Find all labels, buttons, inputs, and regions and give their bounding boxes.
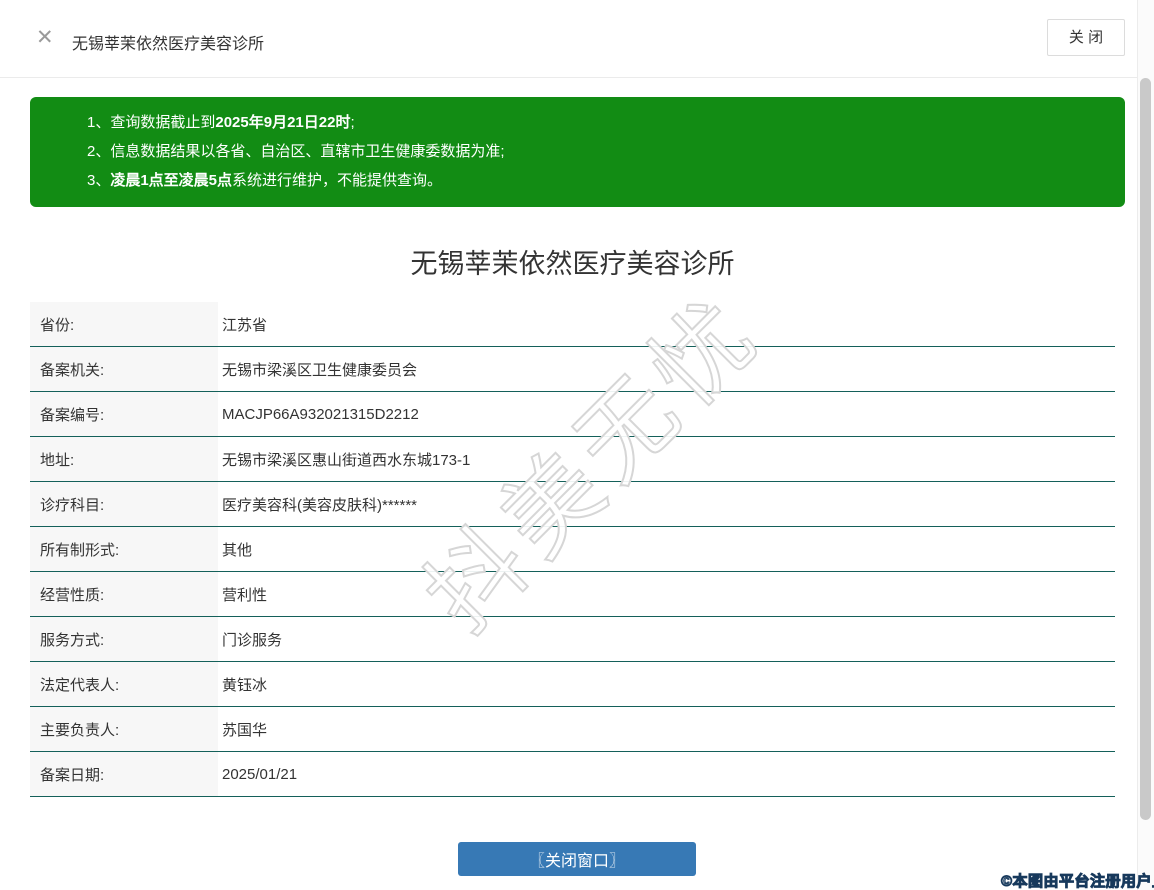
close-button[interactable]: 关 闭 xyxy=(1047,19,1125,56)
row-value: 江苏省 xyxy=(222,316,268,334)
record-title: 无锡莘茉依然医疗美容诊所 xyxy=(410,249,735,279)
notice-text: 信息数据结果以各省、自治区、直辖市卫生健康委数据为准; xyxy=(110,143,505,160)
notice-num: 1、 xyxy=(87,114,111,131)
row-label: 法定代表人: xyxy=(30,662,218,706)
row-label: 所有制形式: xyxy=(30,527,218,571)
table-row: 备案机关: 无锡市梁溪区卫生健康委员会 xyxy=(30,347,1115,392)
row-label: 地址: xyxy=(30,437,218,481)
row-value: 苏国华 xyxy=(222,721,268,739)
close-window-button[interactable]: 〖关闭窗口〗 xyxy=(458,842,696,876)
notice-item-2: 2、信息数据结果以各省、自治区、直辖市卫生健康委数据为准; xyxy=(87,137,1105,166)
notice-text: ; xyxy=(350,114,355,131)
row-value: 其他 xyxy=(222,541,253,559)
row-label: 主要负责人: xyxy=(30,707,218,751)
row-label: 诊疗科目: xyxy=(30,482,218,526)
row-label: 备案编号: xyxy=(30,392,218,436)
notice-num: 3、 xyxy=(87,172,111,189)
table-row: 主要负责人: 苏国华 xyxy=(30,707,1115,752)
table-row: 地址: 无锡市梁溪区惠山街道西水东城173-1 xyxy=(30,437,1115,482)
row-value: 营利性 xyxy=(222,586,268,604)
scrollbar[interactable] xyxy=(1137,0,1154,890)
topbar: ✕ 无锡莘茉依然医疗美容诊所 关 闭 xyxy=(0,0,1154,78)
row-label: 备案机关: xyxy=(30,347,218,391)
table-row: 省份: 江苏省 xyxy=(30,302,1115,347)
main-content: 1、查询数据截止到2025年9月21日22时; 2、信息数据结果以各省、自治区、… xyxy=(0,97,1154,797)
notice-banner: 1、查询数据截止到2025年9月21日22时; 2、信息数据结果以各省、自治区、… xyxy=(30,97,1125,207)
row-value: 医疗美容科(美容皮肤科)****** xyxy=(222,496,418,514)
row-value: MACJP66A932021315D2212 xyxy=(222,405,419,423)
table-row: 备案编号: MACJP66A932021315D2212 xyxy=(30,392,1115,437)
row-value: 无锡市梁溪区卫生健康委员会 xyxy=(222,361,418,379)
table-row: 备案日期: 2025/01/21 xyxy=(30,752,1115,797)
table-row: 服务方式: 门诊服务 xyxy=(30,617,1115,662)
copyright-watermark: ©本图由平台注册用户上传 xyxy=(1000,873,1154,890)
notice-item-3: 3、凌晨1点至凌晨5点系统进行维护，不能提供查询。 xyxy=(87,166,1105,195)
record-table: 省份: 江苏省 备案机关: 无锡市梁溪区卫生健康委员会 备案编号: MACJP6… xyxy=(30,302,1115,797)
close-icon[interactable]: ✕ xyxy=(36,27,54,48)
row-value: 门诊服务 xyxy=(222,631,283,649)
window-title: 无锡莘茉依然医疗美容诊所 xyxy=(72,36,265,53)
table-row: 所有制形式: 其他 xyxy=(30,527,1115,572)
notice-text: 系统进行维护，不能提供查询。 xyxy=(232,172,443,189)
table-row: 诊疗科目: 医疗美容科(美容皮肤科)****** xyxy=(30,482,1115,527)
table-row: 法定代表人: 黄钰冰 xyxy=(30,662,1115,707)
row-label: 经营性质: xyxy=(30,572,218,616)
row-label: 备案日期: xyxy=(30,752,218,796)
notice-text-bold: 凌晨1点至凌晨5点 xyxy=(110,172,233,189)
scrollbar-thumb[interactable] xyxy=(1140,78,1151,820)
row-label: 省份: xyxy=(30,302,218,346)
row-value: 黄钰冰 xyxy=(222,676,268,694)
row-value: 无锡市梁溪区惠山街道西水东城173-1 xyxy=(222,451,471,469)
notice-num: 2、 xyxy=(87,143,111,160)
notice-item-1: 1、查询数据截止到2025年9月21日22时; xyxy=(87,108,1105,137)
table-row: 经营性质: 营利性 xyxy=(30,572,1115,617)
row-value: 2025/01/21 xyxy=(222,765,298,783)
notice-text: 查询数据截止到 xyxy=(110,114,216,131)
row-label: 服务方式: xyxy=(30,617,218,661)
notice-text-bold: 2025年9月21日22时 xyxy=(215,114,351,131)
